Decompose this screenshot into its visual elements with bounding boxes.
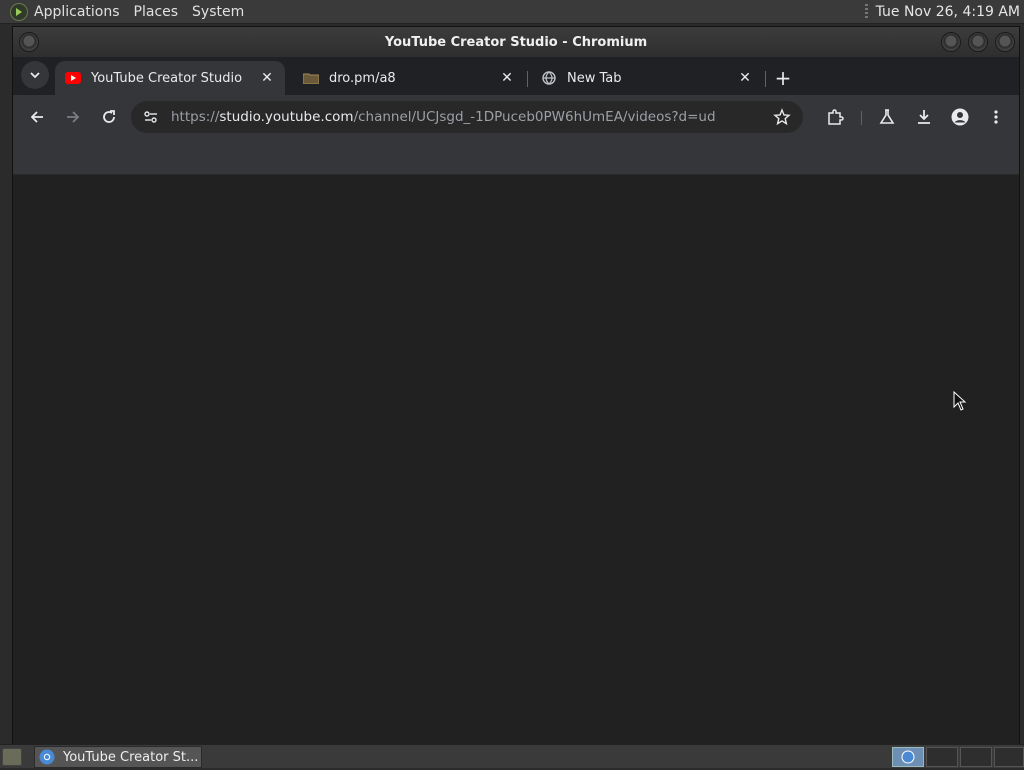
tab-new-tab[interactable]: New Tab ✕ [531, 61, 763, 95]
window-title: YouTube Creator Studio - Chromium [384, 34, 648, 50]
show-desktop-icon[interactable] [2, 748, 22, 766]
tab-search-button[interactable] [21, 61, 49, 89]
url-text: https://studio.youtube.com/channel/UCJsg… [171, 109, 716, 125]
places-menu[interactable]: Places [134, 4, 179, 20]
system-menu[interactable]: System [192, 4, 244, 20]
url-host: studio.youtube.com [219, 109, 354, 125]
browser-window: YouTube Creator Studio - Chromium YouTub… [12, 26, 1020, 745]
extensions-button[interactable] [821, 103, 849, 131]
minimize-button[interactable] [941, 32, 961, 52]
maximize-button[interactable] [968, 32, 988, 52]
page-content[interactable] [13, 175, 1019, 745]
tab-youtube-creator-studio[interactable]: YouTube Creator Studio ✕ [55, 61, 285, 95]
workspace-4[interactable] [994, 747, 1024, 767]
back-button[interactable] [23, 103, 51, 131]
workspace-3[interactable] [960, 747, 992, 767]
chevron-down-icon [30, 72, 40, 79]
url-scheme: https:// [171, 109, 220, 125]
folder-icon [303, 70, 319, 86]
clock[interactable]: Tue Nov 26, 4:19 AM [876, 4, 1020, 20]
address-bar[interactable]: https://studio.youtube.com/channel/UCJsg… [131, 101, 803, 133]
close-tab-icon[interactable]: ✕ [259, 70, 275, 86]
taskbar-window-label: YouTube Creator St... [63, 749, 199, 765]
bottom-taskbar: YouTube Creator St... [0, 744, 1024, 768]
close-window-button[interactable] [995, 32, 1015, 52]
close-tab-icon[interactable]: ✕ [499, 70, 515, 86]
bookmarks-bar [13, 139, 1019, 175]
menu-button[interactable] [982, 103, 1010, 131]
download-icon [918, 110, 930, 124]
window-titlebar[interactable]: YouTube Creator Studio - Chromium [13, 27, 1019, 57]
youtube-icon [65, 70, 81, 86]
window-menu-button[interactable] [19, 32, 39, 52]
forward-button[interactable] [59, 103, 87, 131]
arrow-right-icon [67, 111, 80, 123]
taskbar-window-button[interactable]: YouTube Creator St... [34, 746, 202, 768]
arrow-left-icon [30, 111, 43, 123]
globe-icon [541, 70, 557, 86]
reload-icon [103, 110, 115, 123]
mouse-cursor-icon [953, 390, 967, 415]
panel-grip-icon[interactable] [864, 3, 868, 20]
downloads-button[interactable] [910, 103, 938, 131]
workspace-1[interactable] [892, 747, 924, 767]
puzzle-icon [828, 109, 844, 125]
tab-label: dro.pm/a8 [329, 70, 396, 86]
profile-button[interactable] [946, 103, 974, 131]
url-path: /channel/UCJsgd_-1DPuceb0PW6hUmEA/videos… [353, 109, 716, 125]
site-info-icon[interactable] [143, 109, 159, 129]
new-tab-button[interactable]: + [770, 65, 796, 91]
tab-label: YouTube Creator Studio [91, 70, 243, 86]
labs-button[interactable] [873, 103, 901, 131]
workspace-2[interactable] [926, 747, 958, 767]
top-system-panel: Applications Places System Tue Nov 26, 4… [0, 0, 1024, 24]
more-vertical-icon [994, 110, 998, 124]
chromium-icon [39, 749, 55, 765]
tab-label: New Tab [567, 70, 622, 86]
tab-dro-pm[interactable]: dro.pm/a8 ✕ [293, 61, 525, 95]
applications-menu[interactable]: Applications [34, 4, 120, 20]
flask-icon [879, 109, 895, 124]
close-tab-icon[interactable]: ✕ [737, 70, 753, 86]
browser-toolbar: https://studio.youtube.com/channel/UCJsg… [13, 95, 1019, 139]
tab-strip: YouTube Creator Studio ✕ dro.pm/a8 ✕ New… [13, 57, 1019, 95]
distro-logo-icon[interactable] [10, 2, 28, 21]
bookmark-star-icon[interactable] [773, 108, 791, 130]
account-icon [951, 108, 969, 126]
reload-button[interactable] [95, 103, 123, 131]
